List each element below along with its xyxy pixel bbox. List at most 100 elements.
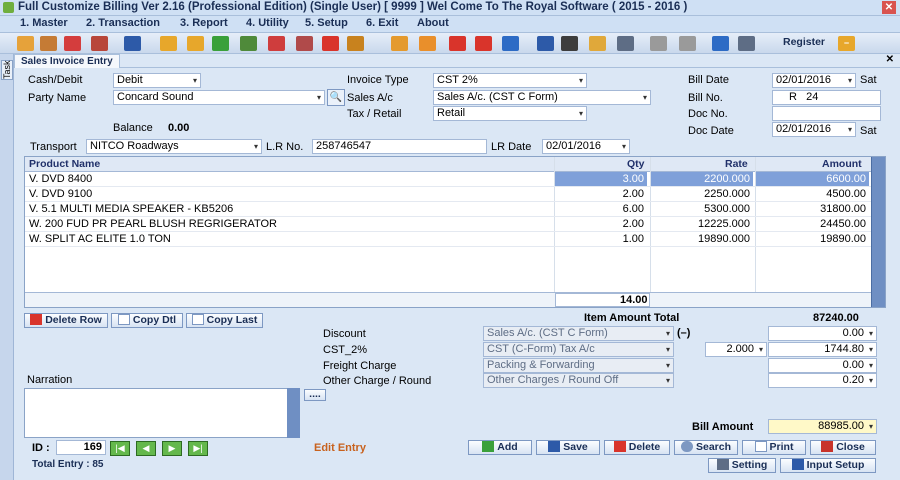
safe-icon[interactable] (617, 36, 634, 51)
narration-label: Narration (27, 374, 73, 386)
add-icon[interactable] (187, 36, 204, 51)
form-tab-bar: Sales Invoice Entry ✕ (14, 54, 900, 68)
close-form-icon[interactable]: ✕ (886, 54, 894, 65)
discount-amount-field[interactable]: 0.00 ▾ (768, 326, 877, 341)
save-button[interactable]: Save (536, 440, 600, 455)
bill-amount-field: 88985.00 ▾ (768, 419, 877, 434)
cst-rate-field[interactable]: 2.000 ▾ (705, 342, 767, 357)
freight-ac-select[interactable]: Packing & Forwarding ▾ (483, 358, 674, 373)
rate-cell: 19890.000 (698, 233, 750, 245)
close-button[interactable]: Close (810, 440, 876, 455)
desk-icon[interactable] (738, 36, 755, 51)
tag-remove-icon[interactable] (475, 36, 492, 51)
q-icon[interactable] (502, 36, 519, 51)
input-setup-button[interactable]: Input Setup (780, 458, 876, 473)
chevron-down-icon: ▾ (578, 109, 583, 118)
invoice-type-select[interactable]: CST 2% ▾ (433, 73, 587, 88)
first-record-button[interactable]: |◀ (110, 441, 130, 456)
task-tab[interactable]: Task (1, 60, 13, 80)
minus-icon[interactable] (268, 36, 285, 51)
id-field[interactable]: 169 (56, 440, 106, 455)
delete-button[interactable]: Delete (604, 440, 670, 455)
menu-transaction[interactable]: 2. Transaction (86, 17, 160, 29)
next-record-button[interactable]: ▶ (162, 441, 182, 456)
party-search-icon[interactable]: 🔍 (327, 89, 345, 106)
other-charge-ac-select[interactable]: Other Charges / Round Off ▾ (483, 373, 674, 388)
narration-field[interactable] (24, 388, 300, 438)
previous-record-button[interactable]: ◀ (136, 441, 156, 456)
table-row[interactable]: W. 200 FUD PR PEARL BLUSH REGRIGERATOR 2.… (25, 217, 871, 232)
add-button[interactable]: Add (468, 440, 532, 455)
monitor-icon[interactable] (712, 36, 729, 51)
lr-no-field[interactable]: 258746547 (312, 139, 487, 154)
box-icon[interactable] (40, 36, 57, 51)
dd-icon[interactable] (322, 36, 339, 51)
freight-amount-field[interactable]: 0.00 ▾ (768, 358, 877, 373)
narration-scrollbar[interactable] (287, 388, 300, 438)
bill-no-field[interactable]: R 24 (772, 90, 881, 105)
cst-amount-field[interactable]: 1744.80 ▾ (768, 342, 877, 357)
menu-setup[interactable]: 5. Setup (305, 17, 348, 29)
tag-icon[interactable] (419, 36, 436, 51)
save-icon (548, 441, 561, 452)
menu-master[interactable]: 1. Master (20, 17, 68, 29)
other-charge-amount-field[interactable]: 0.20 ▾ (768, 373, 877, 388)
table-row[interactable]: W. SPLIT AC ELITE 1.0 TON 1.00 19890.000 19… (25, 232, 871, 247)
table-row[interactable]: V. DVD 8400 3.00 2200.000 6600.00 (25, 172, 871, 187)
bill-date-picker[interactable]: 02/01/2016 ▾ (772, 73, 856, 88)
col-qty[interactable]: Qty (627, 158, 645, 170)
cash-debit-select[interactable]: Debit ▾ (113, 73, 201, 88)
search-button[interactable]: Search (674, 440, 738, 455)
remove-icon[interactable] (160, 36, 177, 51)
menu-exit[interactable]: 6. Exit (366, 17, 398, 29)
sales-ac-select[interactable]: Sales A/c. (CST C Form) ▾ (433, 90, 651, 105)
pen-icon[interactable] (296, 36, 313, 51)
menu-utility[interactable]: 4. Utility (246, 17, 289, 29)
book-icon[interactable] (124, 36, 141, 51)
add-item-icon[interactable] (212, 36, 229, 51)
copy-last-button[interactable]: Copy Last (186, 313, 263, 328)
col-rate[interactable]: Rate (725, 158, 748, 170)
transport-select[interactable]: NITCO Roadways ▾ (86, 139, 262, 154)
table-row[interactable]: V. DVD 9100 2.00 2250.000 4500.00 (25, 187, 871, 202)
cst-ac-select[interactable]: CST (C-Form) Tax A/c ▾ (483, 342, 674, 357)
print-button[interactable]: Print (742, 440, 806, 455)
folder-icon[interactable] (589, 36, 606, 51)
doc-date-picker[interactable]: 02/01/2016 ▾ (772, 122, 856, 137)
coins-add-icon[interactable] (679, 36, 696, 51)
discount-ac-select[interactable]: Sales A/c. (CST C Form) ▾ (483, 326, 674, 341)
help-icon[interactable] (64, 36, 81, 51)
remove-user-icon[interactable]: − (838, 36, 855, 51)
col-product-name[interactable]: Product Name (29, 158, 100, 170)
notebook-icon[interactable] (537, 36, 554, 51)
copy-dtl-button[interactable]: Copy Dtl (111, 313, 183, 328)
delete-row-button[interactable]: Delete Row (24, 313, 108, 328)
grid-scrollbar[interactable] (871, 157, 885, 307)
party-name-select[interactable]: Concard Sound ▾ (113, 90, 325, 105)
cart-remove-icon[interactable] (449, 36, 466, 51)
col-amount[interactable]: Amount (822, 158, 862, 170)
calendar-icon[interactable] (91, 36, 108, 51)
doc-no-field[interactable] (772, 106, 881, 121)
user-icon[interactable] (17, 36, 34, 51)
menu-about[interactable]: About (417, 17, 449, 29)
table-row[interactable]: V. 5.1 MULTI MEDIA SPEAKER - KB5206 6.00 5… (25, 202, 871, 217)
items-grid[interactable]: Product Name Qty Rate Amount V. DVD 8400… (24, 156, 886, 308)
last-record-button[interactable]: ▶| (188, 441, 208, 456)
d-icon[interactable] (561, 36, 578, 51)
register-button[interactable]: Register (783, 36, 825, 48)
product-name-cell: V. DVD 8400 (29, 173, 93, 185)
close-window-button[interactable]: ✕ (882, 1, 896, 14)
chevron-down-icon: ▾ (578, 76, 583, 85)
hand-icon[interactable] (240, 36, 257, 51)
setting-button[interactable]: Setting (708, 458, 776, 473)
menu-report[interactable]: 3. Report (180, 17, 228, 29)
lr-date-picker[interactable]: 02/01/2016 ▾ (542, 139, 630, 154)
tax-retail-select[interactable]: Retail ▾ (433, 106, 587, 121)
narration-more-button[interactable]: .... (304, 389, 326, 401)
qty-cell: 3.00 (555, 172, 647, 186)
coins-remove-icon[interactable] (650, 36, 667, 51)
cart-icon[interactable] (391, 36, 408, 51)
entry-mode: Edit Entry (314, 442, 366, 454)
list-icon[interactable] (347, 36, 364, 51)
